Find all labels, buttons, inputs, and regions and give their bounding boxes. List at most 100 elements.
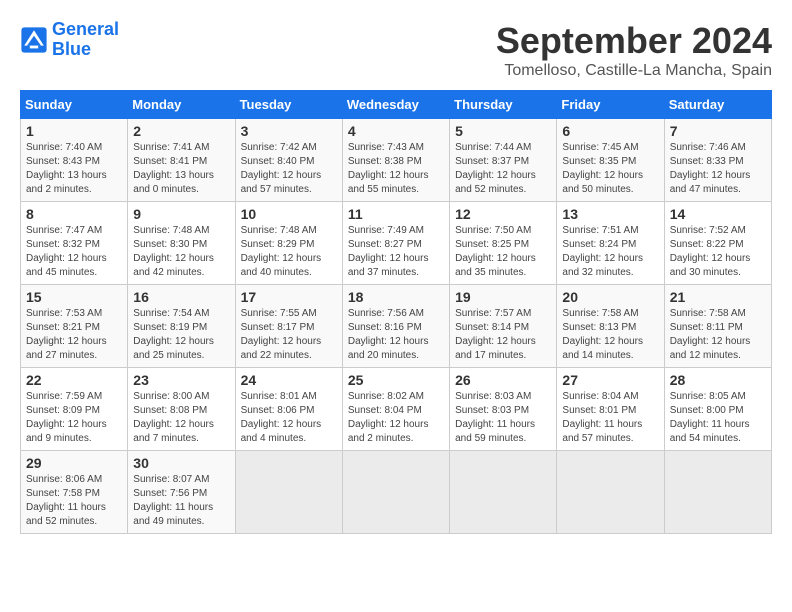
day-number: 7 — [670, 123, 766, 139]
day-info: Sunrise: 7:41 AMSunset: 8:41 PMDaylight:… — [133, 141, 229, 197]
calendar-week-4: 22 Sunrise: 7:59 AMSunset: 8:09 PMDaylig… — [21, 368, 772, 451]
calendar-cell: 8 Sunrise: 7:47 AMSunset: 8:32 PMDayligh… — [21, 202, 128, 285]
day-number: 11 — [348, 206, 444, 222]
day-number: 22 — [26, 372, 122, 388]
day-info: Sunrise: 7:55 AMSunset: 8:17 PMDaylight:… — [241, 307, 337, 363]
calendar-cell: 9 Sunrise: 7:48 AMSunset: 8:30 PMDayligh… — [128, 202, 235, 285]
day-info: Sunrise: 7:45 AMSunset: 8:35 PMDaylight:… — [562, 141, 658, 197]
day-info: Sunrise: 7:54 AMSunset: 8:19 PMDaylight:… — [133, 307, 229, 363]
day-info: Sunrise: 8:01 AMSunset: 8:06 PMDaylight:… — [241, 390, 337, 446]
weekday-header-tuesday: Tuesday — [235, 91, 342, 119]
day-number: 25 — [348, 372, 444, 388]
day-number: 20 — [562, 289, 658, 305]
calendar-cell: 25 Sunrise: 8:02 AMSunset: 8:04 PMDaylig… — [342, 368, 449, 451]
day-info: Sunrise: 8:00 AMSunset: 8:08 PMDaylight:… — [133, 390, 229, 446]
day-info: Sunrise: 7:56 AMSunset: 8:16 PMDaylight:… — [348, 307, 444, 363]
day-info: Sunrise: 7:47 AMSunset: 8:32 PMDaylight:… — [26, 224, 122, 280]
day-info: Sunrise: 7:48 AMSunset: 8:30 PMDaylight:… — [133, 224, 229, 280]
day-number: 23 — [133, 372, 229, 388]
calendar-cell: 28 Sunrise: 8:05 AMSunset: 8:00 PMDaylig… — [664, 368, 771, 451]
calendar-cell: 10 Sunrise: 7:48 AMSunset: 8:29 PMDaylig… — [235, 202, 342, 285]
day-info: Sunrise: 7:50 AMSunset: 8:25 PMDaylight:… — [455, 224, 551, 280]
day-number: 18 — [348, 289, 444, 305]
calendar-week-3: 15 Sunrise: 7:53 AMSunset: 8:21 PMDaylig… — [21, 285, 772, 368]
calendar-cell: 4 Sunrise: 7:43 AMSunset: 8:38 PMDayligh… — [342, 119, 449, 202]
day-number: 1 — [26, 123, 122, 139]
weekday-header-row: SundayMondayTuesdayWednesdayThursdayFrid… — [21, 91, 772, 119]
calendar-cell: 3 Sunrise: 7:42 AMSunset: 8:40 PMDayligh… — [235, 119, 342, 202]
calendar-week-1: 1 Sunrise: 7:40 AMSunset: 8:43 PMDayligh… — [21, 119, 772, 202]
weekday-header-wednesday: Wednesday — [342, 91, 449, 119]
calendar-cell: 22 Sunrise: 7:59 AMSunset: 8:09 PMDaylig… — [21, 368, 128, 451]
calendar-cell: 17 Sunrise: 7:55 AMSunset: 8:17 PMDaylig… — [235, 285, 342, 368]
day-info: Sunrise: 8:02 AMSunset: 8:04 PMDaylight:… — [348, 390, 444, 446]
weekday-header-saturday: Saturday — [664, 91, 771, 119]
day-number: 5 — [455, 123, 551, 139]
day-info: Sunrise: 7:51 AMSunset: 8:24 PMDaylight:… — [562, 224, 658, 280]
weekday-header-monday: Monday — [128, 91, 235, 119]
day-number: 16 — [133, 289, 229, 305]
calendar-cell — [450, 451, 557, 534]
day-info: Sunrise: 8:03 AMSunset: 8:03 PMDaylight:… — [455, 390, 551, 446]
calendar-cell: 13 Sunrise: 7:51 AMSunset: 8:24 PMDaylig… — [557, 202, 664, 285]
day-info: Sunrise: 7:40 AMSunset: 8:43 PMDaylight:… — [26, 141, 122, 197]
calendar-cell: 5 Sunrise: 7:44 AMSunset: 8:37 PMDayligh… — [450, 119, 557, 202]
day-number: 8 — [26, 206, 122, 222]
day-info: Sunrise: 7:53 AMSunset: 8:21 PMDaylight:… — [26, 307, 122, 363]
logo-text: General Blue — [52, 20, 119, 60]
calendar-cell: 29 Sunrise: 8:06 AMSunset: 7:58 PMDaylig… — [21, 451, 128, 534]
day-info: Sunrise: 8:04 AMSunset: 8:01 PMDaylight:… — [562, 390, 658, 446]
day-number: 30 — [133, 455, 229, 471]
calendar-cell: 16 Sunrise: 7:54 AMSunset: 8:19 PMDaylig… — [128, 285, 235, 368]
calendar-cell: 12 Sunrise: 7:50 AMSunset: 8:25 PMDaylig… — [450, 202, 557, 285]
day-number: 26 — [455, 372, 551, 388]
month-title: September 2024 — [496, 20, 772, 62]
day-info: Sunrise: 7:58 AMSunset: 8:13 PMDaylight:… — [562, 307, 658, 363]
calendar-cell: 2 Sunrise: 7:41 AMSunset: 8:41 PMDayligh… — [128, 119, 235, 202]
day-number: 2 — [133, 123, 229, 139]
calendar-cell — [342, 451, 449, 534]
day-info: Sunrise: 7:52 AMSunset: 8:22 PMDaylight:… — [670, 224, 766, 280]
calendar-cell — [235, 451, 342, 534]
day-number: 4 — [348, 123, 444, 139]
day-number: 28 — [670, 372, 766, 388]
calendar-week-2: 8 Sunrise: 7:47 AMSunset: 8:32 PMDayligh… — [21, 202, 772, 285]
day-info: Sunrise: 7:44 AMSunset: 8:37 PMDaylight:… — [455, 141, 551, 197]
calendar-cell: 14 Sunrise: 7:52 AMSunset: 8:22 PMDaylig… — [664, 202, 771, 285]
calendar-cell: 19 Sunrise: 7:57 AMSunset: 8:14 PMDaylig… — [450, 285, 557, 368]
calendar-cell: 21 Sunrise: 7:58 AMSunset: 8:11 PMDaylig… — [664, 285, 771, 368]
day-info: Sunrise: 7:59 AMSunset: 8:09 PMDaylight:… — [26, 390, 122, 446]
day-number: 17 — [241, 289, 337, 305]
day-info: Sunrise: 7:58 AMSunset: 8:11 PMDaylight:… — [670, 307, 766, 363]
day-number: 10 — [241, 206, 337, 222]
calendar-cell — [664, 451, 771, 534]
calendar-cell — [557, 451, 664, 534]
calendar-week-5: 29 Sunrise: 8:06 AMSunset: 7:58 PMDaylig… — [21, 451, 772, 534]
calendar-cell: 18 Sunrise: 7:56 AMSunset: 8:16 PMDaylig… — [342, 285, 449, 368]
calendar-cell: 11 Sunrise: 7:49 AMSunset: 8:27 PMDaylig… — [342, 202, 449, 285]
day-info: Sunrise: 8:06 AMSunset: 7:58 PMDaylight:… — [26, 473, 122, 529]
day-info: Sunrise: 7:43 AMSunset: 8:38 PMDaylight:… — [348, 141, 444, 197]
calendar-cell: 23 Sunrise: 8:00 AMSunset: 8:08 PMDaylig… — [128, 368, 235, 451]
day-info: Sunrise: 7:42 AMSunset: 8:40 PMDaylight:… — [241, 141, 337, 197]
calendar-cell: 1 Sunrise: 7:40 AMSunset: 8:43 PMDayligh… — [21, 119, 128, 202]
day-number: 14 — [670, 206, 766, 222]
calendar-cell: 30 Sunrise: 8:07 AMSunset: 7:56 PMDaylig… — [128, 451, 235, 534]
day-number: 21 — [670, 289, 766, 305]
calendar-cell: 20 Sunrise: 7:58 AMSunset: 8:13 PMDaylig… — [557, 285, 664, 368]
logo: General Blue — [20, 20, 119, 60]
day-number: 13 — [562, 206, 658, 222]
calendar-cell: 15 Sunrise: 7:53 AMSunset: 8:21 PMDaylig… — [21, 285, 128, 368]
day-number: 15 — [26, 289, 122, 305]
day-number: 3 — [241, 123, 337, 139]
location-subtitle: Tomelloso, Castille-La Mancha, Spain — [496, 62, 772, 80]
logo-icon — [20, 26, 48, 54]
calendar-table: SundayMondayTuesdayWednesdayThursdayFrid… — [20, 90, 772, 534]
calendar-cell: 26 Sunrise: 8:03 AMSunset: 8:03 PMDaylig… — [450, 368, 557, 451]
day-number: 19 — [455, 289, 551, 305]
day-info: Sunrise: 8:07 AMSunset: 7:56 PMDaylight:… — [133, 473, 229, 529]
day-info: Sunrise: 7:48 AMSunset: 8:29 PMDaylight:… — [241, 224, 337, 280]
calendar-cell: 27 Sunrise: 8:04 AMSunset: 8:01 PMDaylig… — [557, 368, 664, 451]
weekday-header-sunday: Sunday — [21, 91, 128, 119]
weekday-header-thursday: Thursday — [450, 91, 557, 119]
